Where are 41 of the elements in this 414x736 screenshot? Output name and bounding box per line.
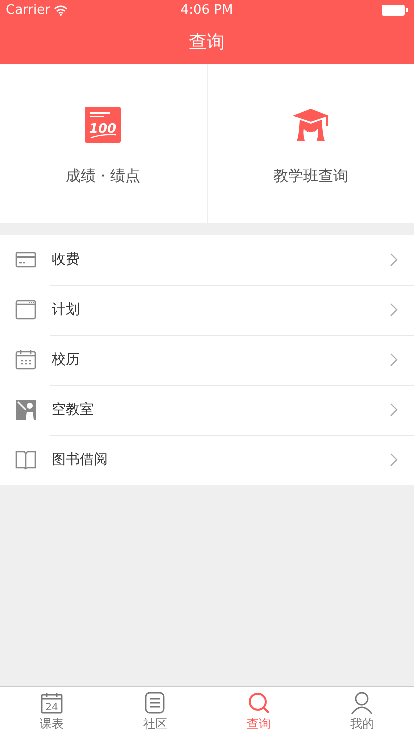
calendar-icon: 24	[40, 690, 64, 714]
chevron-icon	[390, 253, 398, 267]
tab-label: 查询	[246, 716, 271, 732]
chevron-icon	[390, 353, 398, 367]
chevron-icon	[390, 453, 398, 467]
menu-row[interactable]: 计划	[0, 285, 414, 335]
tab-item[interactable]: 社区	[104, 687, 207, 736]
list-icon	[143, 690, 168, 714]
chevron-icon	[390, 303, 398, 317]
wifi-icon	[54, 4, 68, 16]
chevron-icon	[390, 403, 398, 417]
menu-label: 收费	[52, 251, 81, 269]
menu-label: 校历	[52, 351, 81, 369]
battery-icon	[382, 4, 408, 16]
person-icon	[350, 690, 374, 714]
menu-row[interactable]: 校历	[0, 335, 414, 385]
graduate-icon	[290, 107, 331, 143]
tab-item[interactable]: 我的	[310, 687, 414, 736]
tab-label: 课表	[40, 716, 64, 732]
tile-label: 教学班查询	[273, 167, 348, 186]
calendar-icon	[15, 349, 37, 371]
score-icon: 100	[85, 107, 122, 143]
tile-label: 成绩 · 绩点	[66, 167, 140, 186]
menu-row[interactable]: 收费	[0, 235, 414, 285]
window-icon	[15, 299, 37, 321]
classroom-icon	[15, 399, 37, 421]
feature-tile[interactable]: 100 成绩 · 绩点	[0, 64, 206, 223]
menu-row[interactable]: 空教室	[0, 385, 414, 435]
menu-label: 空教室	[52, 401, 95, 419]
search-icon	[246, 690, 271, 714]
status-time: 4:06 PM	[180, 2, 234, 18]
feature-tile[interactable]: 教学班查询	[206, 64, 414, 223]
page-title: 查询	[189, 31, 225, 54]
menu-label: 计划	[52, 301, 81, 319]
tab-item[interactable]: 24 课表	[0, 687, 104, 736]
tab-label: 社区	[143, 716, 168, 732]
menu-label: 图书借阅	[52, 451, 109, 469]
tab-label: 我的	[350, 716, 374, 732]
carrier-text: Carrier	[6, 2, 50, 18]
book-icon	[15, 449, 37, 471]
menu-row[interactable]: 图书借阅	[0, 435, 414, 485]
